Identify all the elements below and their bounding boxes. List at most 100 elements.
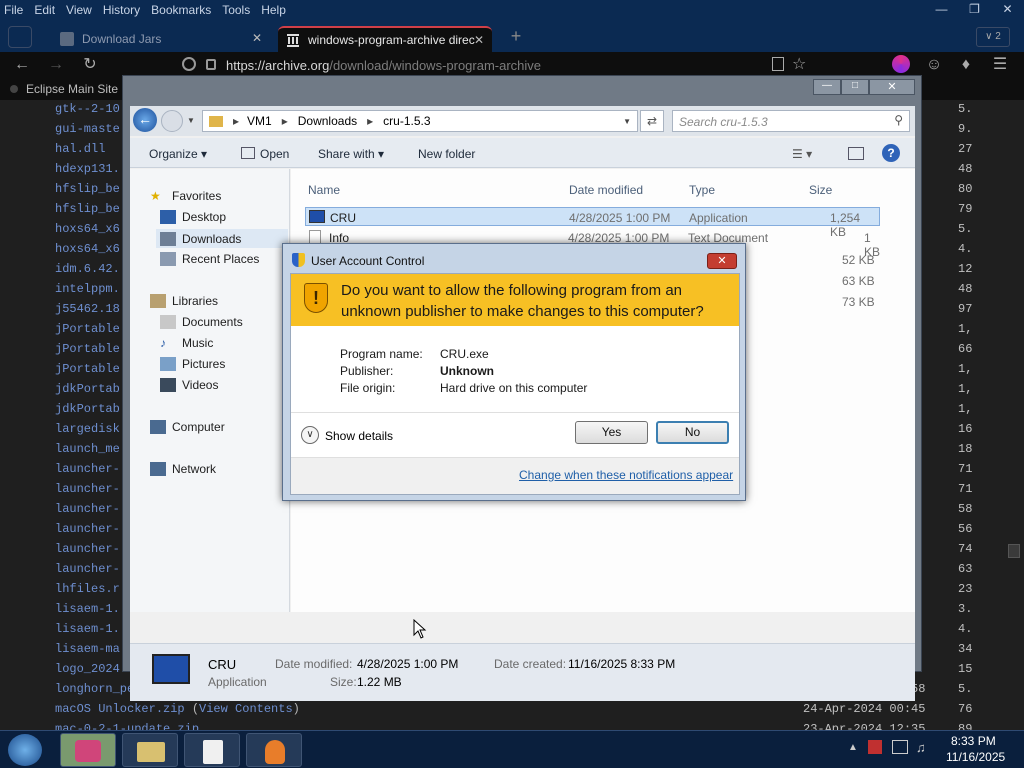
clock-date[interactable]: 11/16/2025: [946, 750, 1005, 764]
no-button[interactable]: No: [656, 421, 729, 444]
taskbar-app-java[interactable]: [246, 733, 302, 767]
tab-list-button[interactable]: ∨ 2: [976, 27, 1010, 47]
url-bar[interactable]: https://archive.org/download/windows-pro…: [178, 53, 818, 77]
menu-history[interactable]: History: [103, 3, 140, 17]
search-icon[interactable]: ⚲: [894, 113, 903, 127]
clock-time[interactable]: 8:33 PM: [951, 734, 996, 748]
yes-button[interactable]: Yes: [575, 421, 648, 444]
file-link[interactable]: jdkPortab: [55, 382, 120, 396]
taskbar-app-explorer[interactable]: [122, 733, 178, 767]
breadcrumb-downloads[interactable]: Downloads: [298, 114, 357, 128]
share-with-button[interactable]: Share with ▾: [318, 147, 384, 161]
bookmark-eclipse[interactable]: Eclipse Main Site: [26, 82, 118, 96]
file-link[interactable]: macOS Unlocker.zip (View Contents): [55, 702, 300, 716]
open-button[interactable]: Open: [260, 147, 289, 161]
nav-libraries[interactable]: Libraries: [150, 294, 218, 308]
column-size[interactable]: Size: [809, 183, 832, 197]
taskbar-app-firefox[interactable]: [60, 733, 116, 767]
view-options-icon[interactable]: ☰ ▾: [792, 147, 812, 161]
change-notifications-link[interactable]: Change when these notifications appear: [519, 468, 733, 482]
chevron-down-icon[interactable]: ∨: [301, 426, 319, 444]
file-link[interactable]: lisaem-1.: [55, 602, 120, 616]
tab-download-jars[interactable]: Download Jars ✕: [52, 26, 270, 52]
file-link[interactable]: gtk--2-10: [55, 102, 120, 116]
tab-close-icon[interactable]: ✕: [252, 31, 262, 45]
column-date-modified[interactable]: Date modified: [569, 183, 643, 197]
file-link[interactable]: jdkPortab: [55, 402, 120, 416]
reload-icon[interactable]: ↻: [80, 55, 100, 75]
menu-view[interactable]: View: [66, 3, 92, 17]
nav-pictures[interactable]: Pictures: [160, 357, 225, 371]
file-link[interactable]: j55462.18: [55, 302, 120, 316]
file-link[interactable]: launcher-: [55, 462, 120, 476]
address-dropdown-icon[interactable]: ▼: [623, 117, 631, 126]
close-icon[interactable]: ✕: [991, 0, 1024, 18]
close-icon[interactable]: ✕: [707, 253, 737, 269]
file-link[interactable]: jPortable: [55, 362, 120, 376]
back-icon[interactable]: ←: [133, 108, 157, 132]
file-link[interactable]: logo_2024: [55, 662, 120, 676]
file-name[interactable]: macOS Unlocker.zip: [55, 702, 185, 716]
menu-tools[interactable]: Tools: [222, 3, 250, 17]
network-tray-icon[interactable]: [892, 740, 908, 754]
menu-edit[interactable]: Edit: [34, 3, 55, 17]
forward-icon[interactable]: [161, 110, 183, 132]
column-name[interactable]: Name: [308, 183, 340, 197]
breadcrumb-vm1[interactable]: VM1: [247, 114, 272, 128]
new-tab-icon[interactable]: +: [505, 26, 527, 48]
file-link[interactable]: largedisk: [55, 422, 120, 436]
file-link[interactable]: hdexp131.: [55, 162, 120, 176]
minimize-icon[interactable]: —: [925, 0, 958, 18]
hamburger-menu-icon[interactable]: ☰: [990, 55, 1010, 75]
new-folder-button[interactable]: New folder: [418, 147, 475, 161]
bookmark-star-icon[interactable]: ☆: [792, 54, 806, 74]
taskbar-app-solitaire[interactable]: [184, 733, 240, 767]
restore-icon[interactable]: ❐: [958, 0, 991, 18]
file-link[interactable]: launcher-: [55, 522, 120, 536]
file-link[interactable]: jPortable: [55, 322, 120, 336]
breadcrumb-separator-icon[interactable]: ▸: [367, 114, 373, 128]
file-link[interactable]: jPortable: [55, 342, 120, 356]
tab-close-icon[interactable]: ✕: [474, 33, 484, 47]
file-link[interactable]: hoxs64_x6: [55, 242, 120, 256]
column-type[interactable]: Type: [689, 183, 715, 197]
breadcrumb-cru[interactable]: cru-1.5.3: [383, 114, 430, 128]
file-link[interactable]: gui-maste: [55, 122, 120, 136]
file-link[interactable]: lisaem-ma: [55, 642, 120, 656]
file-link[interactable]: idm.6.42.: [55, 262, 120, 276]
show-hidden-icons-icon[interactable]: ▲: [848, 742, 858, 753]
organize-button[interactable]: Organize ▾: [149, 147, 207, 161]
menu-help[interactable]: Help: [261, 3, 286, 17]
show-details-link[interactable]: Show details: [325, 429, 393, 443]
nav-computer[interactable]: Computer: [150, 420, 225, 434]
breadcrumb[interactable]: ▸ VM1 ▸ Downloads ▸ cru-1.5.3 ▼: [202, 110, 638, 132]
file-link[interactable]: intelppm.: [55, 282, 120, 296]
file-link[interactable]: lisaem-1.: [55, 622, 120, 636]
close-icon[interactable]: ✕: [869, 79, 915, 95]
extensions-icon[interactable]: ♦: [956, 55, 976, 75]
profile-container-icon[interactable]: [892, 55, 910, 73]
maximize-icon[interactable]: □: [841, 79, 869, 95]
nav-videos[interactable]: Videos: [160, 378, 218, 392]
action-center-flag-icon[interactable]: [868, 740, 882, 754]
back-icon[interactable]: ←: [12, 55, 32, 75]
file-link[interactable]: launcher-: [55, 562, 120, 576]
search-box[interactable]: Search cru-1.5.3 ⚲: [672, 110, 910, 132]
tab-overview-icon[interactable]: [8, 26, 32, 48]
file-link[interactable]: lhfiles.r: [55, 582, 120, 596]
lock-icon[interactable]: [206, 59, 216, 70]
page-scrollbar-thumb[interactable]: [1008, 544, 1020, 558]
breadcrumb-separator-icon[interactable]: ▸: [233, 114, 239, 128]
file-link[interactable]: hfslip_be: [55, 202, 120, 216]
nav-music[interactable]: ♪ Music: [160, 336, 213, 350]
help-icon[interactable]: ?: [882, 144, 900, 162]
shield-icon[interactable]: [182, 57, 196, 71]
start-button-icon[interactable]: [8, 734, 42, 766]
nav-network[interactable]: Network: [150, 462, 216, 476]
menu-bookmarks[interactable]: Bookmarks: [151, 3, 211, 17]
account-icon[interactable]: ☺: [924, 55, 944, 75]
nav-recent-places[interactable]: Recent Places: [160, 252, 259, 266]
recent-pages-icon[interactable]: ▼: [187, 116, 195, 125]
reader-view-icon[interactable]: [772, 57, 784, 71]
tab-archive[interactable]: windows-program-archive direc ✕: [278, 26, 492, 52]
